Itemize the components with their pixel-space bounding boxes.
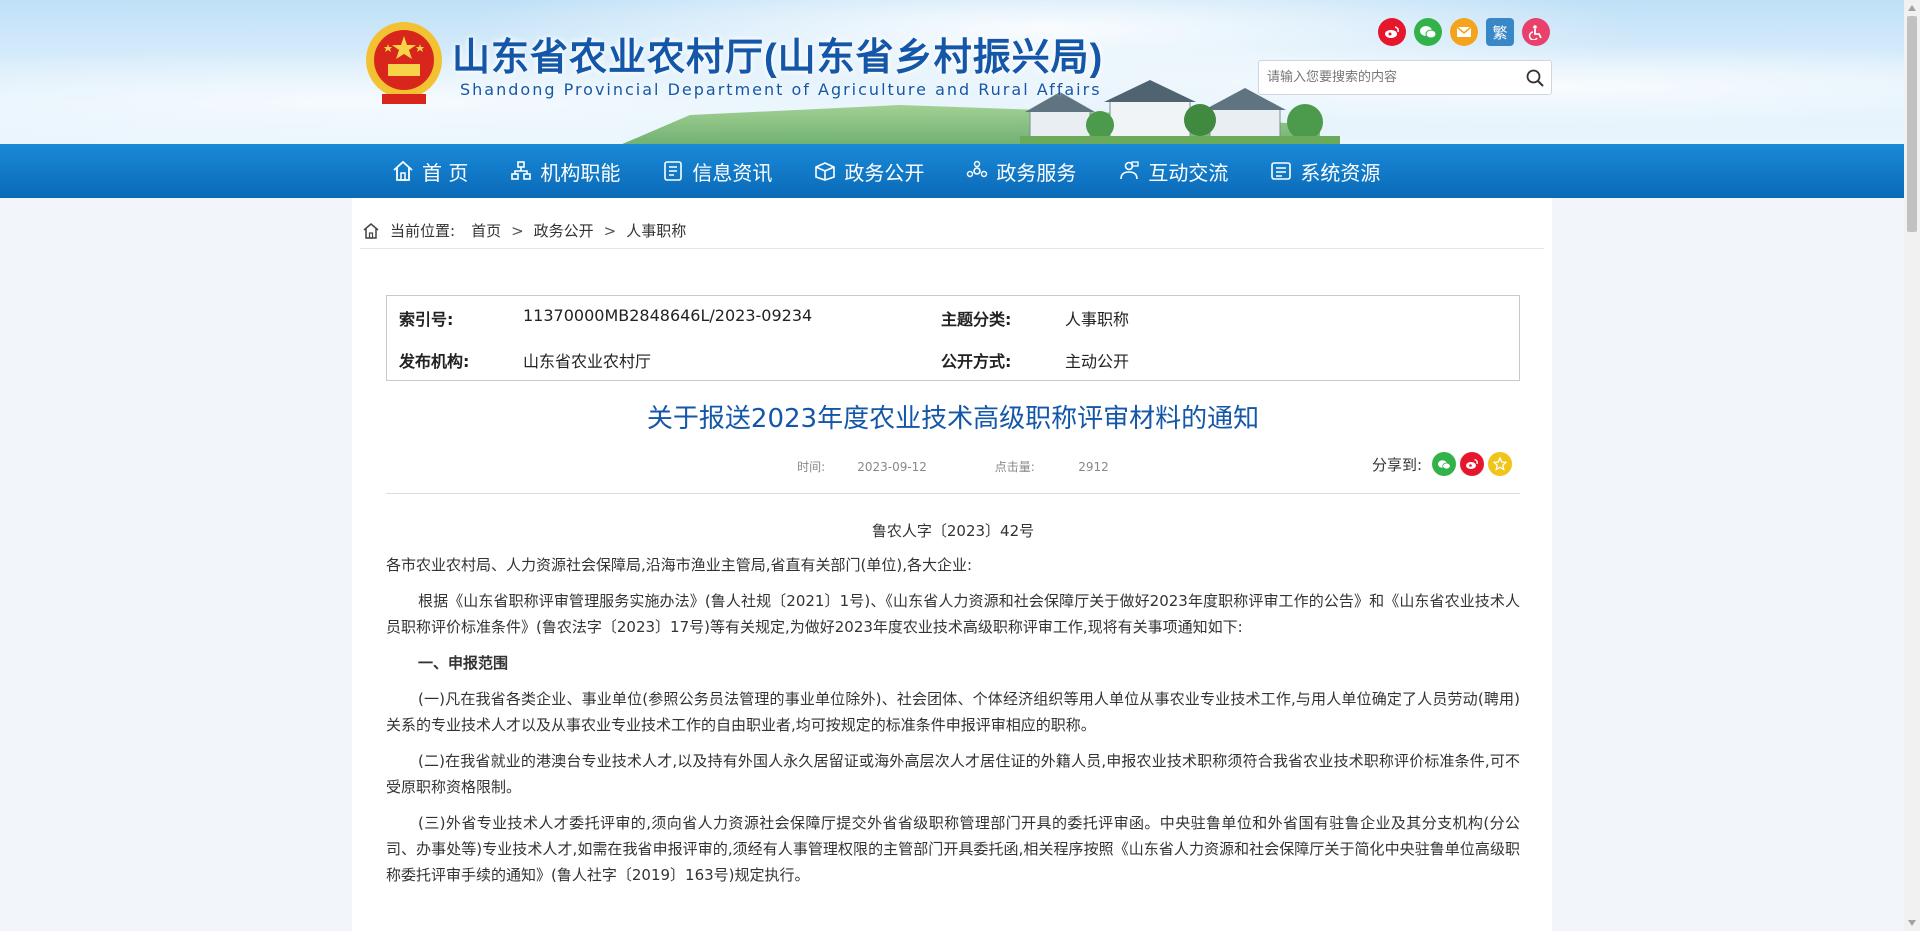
search-box bbox=[1258, 60, 1552, 95]
service-icon bbox=[967, 160, 988, 178]
article-body: 鲁农人字〔2023〕42号 各市农业农村局、人力资源社会保障局,沿海市渔业主管局… bbox=[386, 518, 1520, 898]
time-label: 时间: bbox=[797, 460, 826, 474]
time-value: 2023-09-12 bbox=[857, 460, 927, 474]
page-scrollbar[interactable] bbox=[1904, 0, 1920, 931]
box-icon bbox=[815, 162, 836, 181]
breadcrumb-separator: > bbox=[603, 221, 617, 240]
nav-item-government-affairs[interactable]: 政务公开 bbox=[814, 144, 924, 198]
nav-item-label: 政务公开 bbox=[844, 160, 925, 185]
nav-item-home[interactable]: 首 页 bbox=[392, 144, 468, 198]
home-icon bbox=[363, 222, 379, 239]
scope-item-2: (二)在我省就业的港澳台专业技术人才,以及持有外国人永久居留证或海外高层次人才居… bbox=[386, 752, 1520, 796]
recipients-paragraph: 各市农业农村局、人力资源社会保障局,沿海市渔业主管局,省直有关部门(单位),各大… bbox=[386, 556, 973, 574]
scope-item-3: (三)外省专业技术人才委托评审的,须向省人力资源社会保障厅提交外省省级职称管理部… bbox=[386, 814, 1520, 884]
scrollbar-thumb[interactable] bbox=[1907, 16, 1917, 232]
nav-item-system-resources[interactable]: 系统资源 bbox=[1270, 144, 1380, 198]
nav-item-organization[interactable]: 机构职能 bbox=[510, 144, 620, 198]
weibo-icon[interactable] bbox=[1378, 18, 1406, 46]
breadcrumb: 当前位置: 首页 > 政务公开 > 人事职称 bbox=[362, 220, 686, 241]
nav-item-label: 信息资讯 bbox=[692, 160, 773, 185]
accessibility-icon[interactable] bbox=[1522, 18, 1550, 46]
scroll-up-arrow-icon[interactable] bbox=[1904, 0, 1920, 16]
site-subtitle: Shandong Provincial Department of Agricu… bbox=[460, 80, 1102, 99]
document-metadata-table: 索引号: 11370000MB2848646L/2023-09234 主题分类:… bbox=[386, 295, 1520, 381]
search-icon[interactable] bbox=[1519, 62, 1551, 94]
national-emblem-icon bbox=[366, 22, 442, 104]
nav-item-label: 首 页 bbox=[422, 160, 469, 185]
favorite-star-icon[interactable] bbox=[1488, 452, 1513, 476]
article-title: 关于报送2023年度农业技术高级职称评审材料的通知 bbox=[646, 404, 1260, 434]
mail-icon[interactable] bbox=[1450, 18, 1478, 46]
nav-item-information[interactable]: 信息资讯 bbox=[662, 144, 772, 198]
document-list-icon bbox=[664, 161, 683, 181]
disclosure-label: 公开方式: bbox=[941, 352, 1012, 371]
publisher-label: 发布机构: bbox=[399, 352, 470, 371]
share-weibo-icon[interactable] bbox=[1460, 452, 1485, 476]
article-info: 时间: 2023-09-12 点击量: 2912 bbox=[386, 458, 1520, 475]
content-panel: 当前位置: 首页 > 政务公开 > 人事职称 索引号: 11370000MB28… bbox=[352, 198, 1552, 931]
clicks-label: 点击量: bbox=[994, 460, 1035, 474]
clicks-value: 2912 bbox=[1078, 460, 1109, 474]
nav-item-label: 互动交流 bbox=[1148, 160, 1229, 185]
wechat-icon[interactable] bbox=[1414, 18, 1442, 46]
scroll-down-arrow-icon[interactable] bbox=[1904, 915, 1920, 931]
site-header: 山东省农业农村厅(山东省乡村振兴局) Shandong Provincial D… bbox=[0, 0, 1904, 144]
disclosure-value: 主动公开 bbox=[1065, 352, 1130, 371]
title-divider bbox=[386, 493, 1520, 494]
org-chart-icon bbox=[511, 161, 532, 180]
home-icon bbox=[393, 160, 413, 181]
index-number-value: 11370000MB2848646L/2023-09234 bbox=[523, 306, 813, 325]
nav-item-label: 系统资源 bbox=[1300, 160, 1381, 185]
scope-item-1: (一)凡在我省各类企业、事业单位(参照公务员法管理的事业单位除外)、社会团体、个… bbox=[386, 690, 1520, 734]
main-nav: 首 页 机构职能 信息资讯 政务公开 政务服务 互动交流 系统资源 bbox=[0, 144, 1904, 198]
nav-item-interaction[interactable]: 互动交流 bbox=[1118, 144, 1228, 198]
breadcrumb-link-personnel-titles[interactable]: 人事职称 bbox=[626, 220, 686, 241]
section-heading: 一、申报范围 bbox=[418, 654, 509, 672]
intro-paragraph: 根据《山东省职称评审管理服务实施办法》(鲁人社规〔2021〕1号)、《山东省人力… bbox=[386, 592, 1520, 636]
nav-item-label: 政务服务 bbox=[996, 160, 1077, 185]
breadcrumb-separator: > bbox=[511, 221, 524, 240]
nav-item-services[interactable]: 政务服务 bbox=[966, 144, 1076, 198]
breadcrumb-prefix: 当前位置: bbox=[390, 222, 456, 240]
share-bar: 分享到: bbox=[1372, 452, 1513, 476]
topic-label: 主题分类: bbox=[941, 310, 1012, 329]
breadcrumb-link-government-affairs[interactable]: 政务公开 bbox=[534, 220, 594, 241]
breadcrumb-divider bbox=[360, 248, 1544, 249]
search-input[interactable] bbox=[1259, 61, 1519, 94]
topic-value: 人事职称 bbox=[1065, 310, 1130, 329]
traditional-chinese-button[interactable]: 繁 bbox=[1486, 18, 1514, 46]
share-wechat-icon[interactable] bbox=[1432, 452, 1457, 476]
document-number: 鲁农人字〔2023〕42号 bbox=[871, 522, 1035, 540]
share-label: 分享到: bbox=[1372, 455, 1423, 474]
system-icon bbox=[1271, 162, 1292, 180]
index-number-label: 索引号: bbox=[399, 310, 454, 329]
nav-item-label: 机构职能 bbox=[540, 160, 621, 185]
breadcrumb-link-home[interactable]: 首页 bbox=[471, 220, 501, 241]
publisher-value: 山东省农业农村厅 bbox=[523, 352, 652, 371]
interaction-icon bbox=[1120, 161, 1140, 180]
header-tools: 繁 bbox=[1378, 18, 1550, 46]
site-title: 山东省农业农村厅(山东省乡村振兴局) bbox=[452, 37, 1104, 79]
